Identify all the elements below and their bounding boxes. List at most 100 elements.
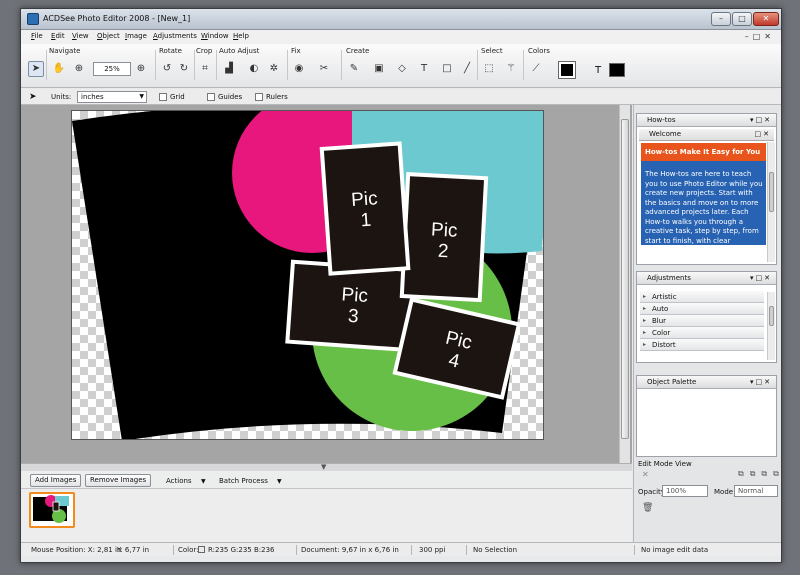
menu-edit[interactable]: Edit bbox=[51, 32, 65, 40]
adjustment-artistic[interactable]: ▸ Artistic bbox=[640, 291, 764, 303]
minimize-button[interactable]: – bbox=[711, 12, 731, 26]
adjustment-blur[interactable]: ▸ Blur bbox=[640, 315, 764, 327]
rotate-right-button[interactable]: ↻ bbox=[176, 61, 192, 77]
pic-frame-3[interactable]: Pic 3 bbox=[285, 259, 420, 353]
magic-wand-button[interactable]: ⚚ bbox=[503, 61, 519, 77]
rotate-left-button[interactable]: ↺ bbox=[159, 61, 175, 77]
units-label: Units: bbox=[51, 93, 72, 101]
status-separator bbox=[296, 545, 297, 555]
units-dropdown[interactable]: inches ▼ bbox=[77, 91, 147, 103]
eraser-tool-button[interactable]: ◇ bbox=[394, 61, 410, 77]
object-palette-title: Object Palette bbox=[647, 378, 697, 386]
batch-process-menu[interactable]: Batch Process bbox=[219, 477, 268, 485]
actions-menu[interactable]: Actions bbox=[166, 477, 192, 485]
menu-view[interactable]: View bbox=[72, 32, 89, 40]
crop-icon: ⌗ bbox=[202, 63, 208, 74]
menu-file[interactable]: File bbox=[31, 32, 43, 40]
edit-mode-view-label: Edit Mode View bbox=[638, 460, 692, 468]
scroll-thumb[interactable] bbox=[621, 119, 629, 439]
adjustment-label: Artistic bbox=[652, 293, 677, 301]
menu-window[interactable]: Window bbox=[201, 32, 229, 40]
auto-exposure-button[interactable]: ◐ bbox=[246, 61, 262, 77]
app-window: ACDSee Photo Editor 2008 - [New_1] – □ ✕… bbox=[20, 8, 782, 563]
repair-tool-button[interactable]: ✂ bbox=[316, 61, 332, 77]
arrange-icons[interactable]: ⧉⧉⧉⧉ bbox=[738, 469, 781, 479]
chevron-down-icon: ▼ bbox=[277, 478, 282, 485]
scroll-thumb[interactable] bbox=[769, 306, 774, 326]
menu-bar: File Edit View Object Image Adjustments … bbox=[21, 30, 781, 44]
image-thumbnail[interactable] bbox=[29, 492, 75, 528]
zoom-dropdown-button[interactable]: ⊕ bbox=[71, 61, 87, 77]
canvas-vertical-scrollbar[interactable] bbox=[619, 105, 630, 463]
toolbar-separator bbox=[194, 50, 195, 80]
expand-arrow-icon: ▸ bbox=[643, 341, 647, 348]
foreground-color-swatch[interactable] bbox=[558, 61, 576, 79]
guides-checkbox[interactable] bbox=[207, 93, 215, 101]
auto-levels-button[interactable]: ▟ bbox=[221, 61, 237, 77]
text-tool-button[interactable]: T bbox=[416, 61, 432, 77]
zoom-in-button[interactable]: ⊕ bbox=[133, 61, 149, 77]
eyedropper-icon: ⟋ bbox=[532, 63, 540, 74]
trash-icon[interactable]: 🗑 bbox=[642, 503, 653, 513]
fill-tool-button[interactable]: ▣ bbox=[371, 61, 387, 77]
collage-canvas[interactable]: Pic 3 Pic 2 Pic 1 Pic 4 bbox=[72, 111, 544, 440]
adjustment-color[interactable]: ▸ Color bbox=[640, 327, 764, 339]
eyedropper-button[interactable]: ⟋ bbox=[528, 61, 544, 77]
auto-color-button[interactable]: ✲ bbox=[266, 61, 282, 77]
adjustment-distort[interactable]: ▸ Distort bbox=[640, 339, 764, 351]
howtos-banner: How-tos Make It Easy for You bbox=[641, 143, 766, 161]
panel-controls[interactable]: ▾□✕ bbox=[750, 376, 772, 388]
pan-tool-button[interactable]: ✋ bbox=[51, 61, 67, 77]
grid-checkbox[interactable] bbox=[159, 93, 167, 101]
toolbar-separator bbox=[477, 50, 478, 80]
status-color-swatch bbox=[198, 546, 205, 553]
group-colors-label: Colors bbox=[528, 47, 550, 55]
text-color-swatch[interactable] bbox=[609, 63, 625, 77]
maximize-button[interactable]: □ bbox=[732, 12, 752, 26]
mdi-controls[interactable]: –□✕ bbox=[745, 32, 775, 41]
remove-images-button[interactable]: Remove Images bbox=[85, 474, 152, 487]
line-tool-button[interactable]: ╱ bbox=[459, 61, 475, 77]
marquee-tool-button[interactable]: ⬚ bbox=[481, 61, 497, 77]
mode-dropdown[interactable]: Normal bbox=[734, 485, 778, 497]
adjustment-label: Distort bbox=[652, 341, 676, 349]
crop-button[interactable]: ⌗ bbox=[197, 61, 213, 77]
pointer-tool-button[interactable]: ➤ bbox=[28, 61, 44, 77]
canvas-area[interactable]: Pic 3 Pic 2 Pic 1 Pic 4 bbox=[21, 105, 632, 463]
panel-controls[interactable]: ▾□✕ bbox=[750, 272, 772, 284]
welcome-header[interactable]: Welcome □✕ bbox=[639, 129, 774, 141]
close-button[interactable]: ✕ bbox=[753, 12, 779, 26]
howtos-panel-title: How-tos bbox=[647, 116, 676, 124]
red-eye-button[interactable]: ◉ bbox=[291, 61, 307, 77]
add-images-button[interactable]: Add Images bbox=[30, 474, 82, 487]
adjustment-auto[interactable]: ▸ Auto bbox=[640, 303, 764, 315]
welcome-title: Welcome bbox=[649, 130, 682, 138]
object-palette-panel: Object Palette ▾□✕ bbox=[636, 375, 777, 457]
opacity-field[interactable]: 100% bbox=[662, 485, 708, 497]
zoom-field[interactable]: 25% bbox=[93, 62, 131, 76]
brush-icon: ✎ bbox=[349, 63, 359, 74]
brush-tool-button[interactable]: ✎ bbox=[346, 61, 362, 77]
pic-frame-1[interactable]: Pic 1 bbox=[319, 141, 411, 276]
marquee-icon: ⬚ bbox=[484, 63, 494, 74]
howtos-scrollbar[interactable] bbox=[767, 142, 775, 262]
shape-tool-button[interactable]: □ bbox=[439, 61, 455, 77]
menu-adjustments[interactable]: Adjustments bbox=[153, 32, 197, 40]
adjustments-scrollbar[interactable] bbox=[767, 292, 775, 360]
chevron-down-icon[interactable]: ▼ bbox=[321, 463, 326, 471]
welcome-controls[interactable]: □✕ bbox=[755, 129, 771, 140]
scroll-thumb[interactable] bbox=[769, 172, 774, 212]
chevron-down-icon: ▼ bbox=[201, 478, 206, 485]
menu-object[interactable]: Object bbox=[97, 32, 120, 40]
status-color-label: Color: bbox=[178, 546, 199, 554]
levels-icon: ▟ bbox=[225, 63, 233, 74]
status-separator bbox=[411, 545, 412, 555]
artboard[interactable]: Pic 3 Pic 2 Pic 1 Pic 4 bbox=[71, 110, 544, 440]
rulers-checkbox[interactable] bbox=[255, 93, 263, 101]
menu-help[interactable]: Help bbox=[233, 32, 249, 40]
pic-2-line-2: 2 bbox=[437, 241, 449, 263]
panel-controls[interactable]: ▾□✕ bbox=[750, 114, 772, 126]
menu-image[interactable]: Image bbox=[125, 32, 147, 40]
pic-3-line-2: 3 bbox=[347, 306, 359, 328]
pic-frame-2[interactable]: Pic 2 bbox=[399, 172, 489, 303]
